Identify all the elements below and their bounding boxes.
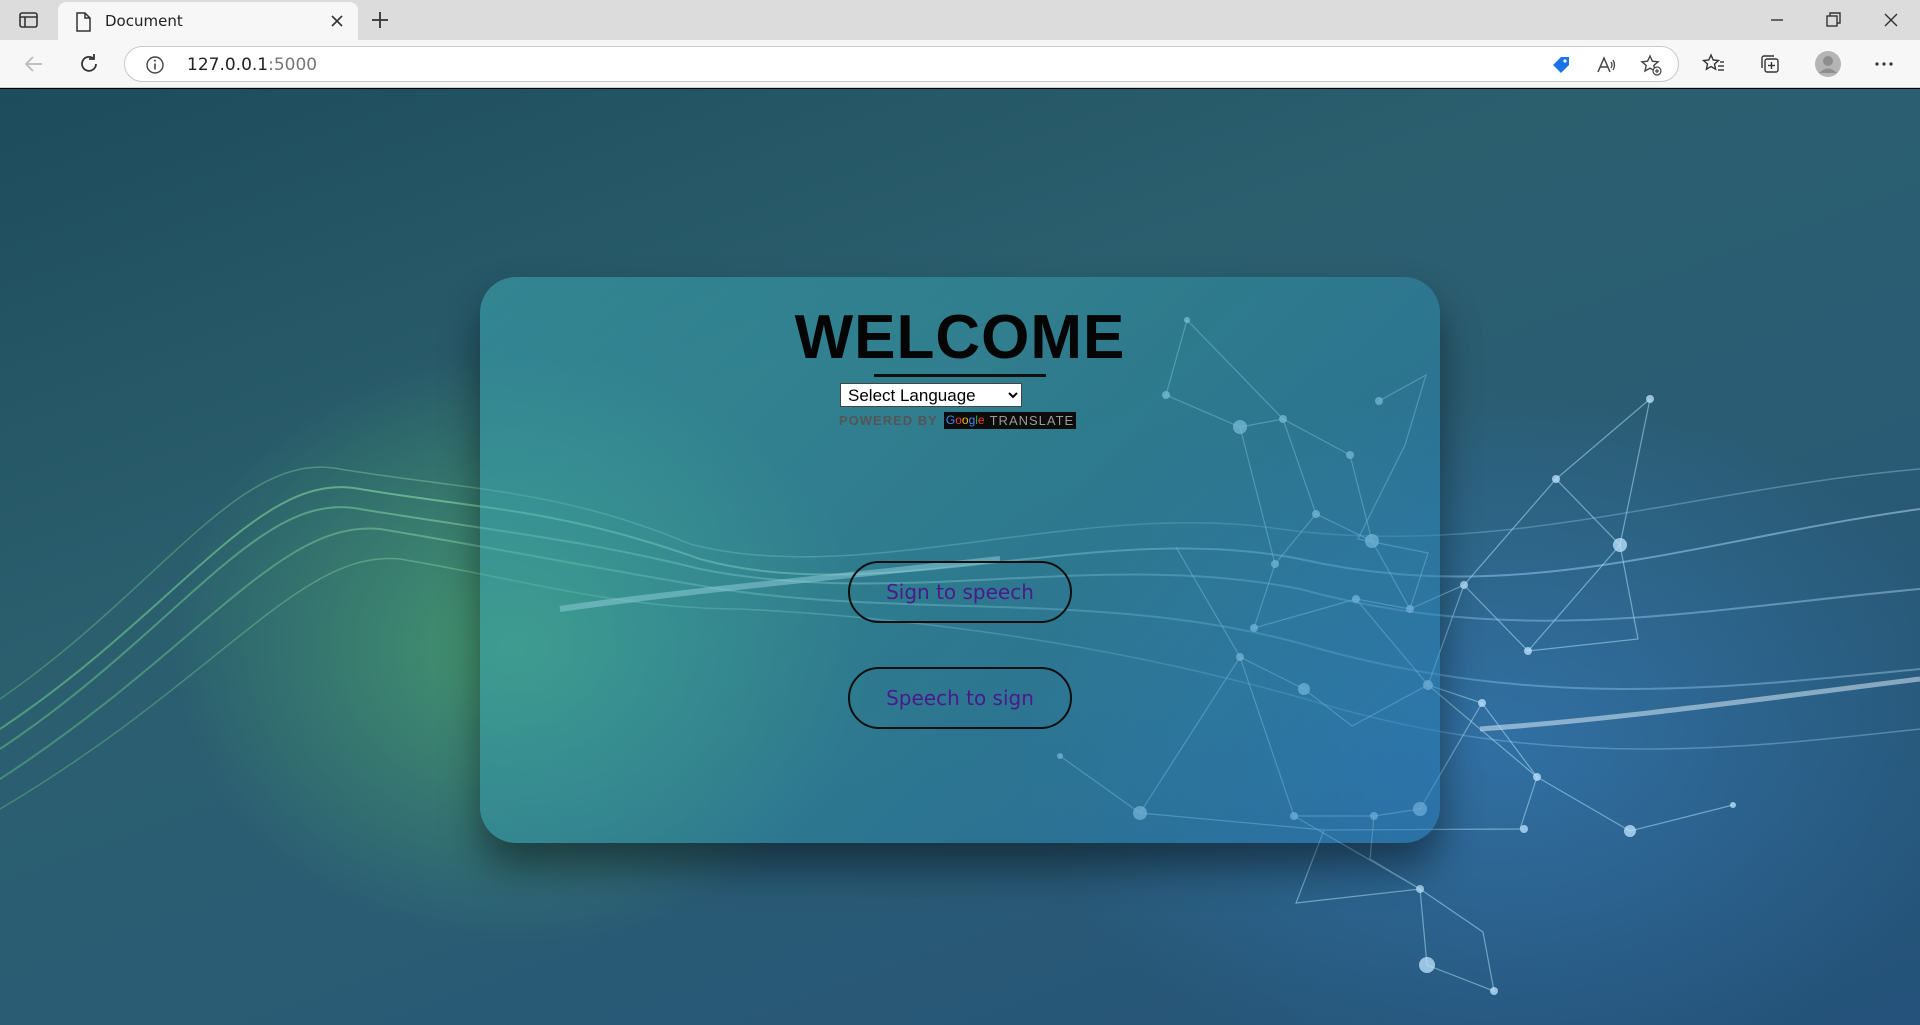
- browser-toolbar: 127.0.0.1:5000: [0, 40, 1920, 88]
- document-icon: [76, 12, 91, 32]
- more-options-icon[interactable]: [1872, 52, 1896, 76]
- sign-to-speech-button[interactable]: Sign to speech: [848, 561, 1072, 623]
- minimize-icon[interactable]: [1765, 8, 1789, 32]
- google-translate-link[interactable]: Google TRANSLATE: [943, 411, 1077, 429]
- close-window-icon[interactable]: [1879, 8, 1903, 32]
- back-icon[interactable]: [22, 52, 46, 76]
- collections-icon[interactable]: [1758, 52, 1782, 76]
- page-background: [0, 89, 1920, 1025]
- address-bar[interactable]: 127.0.0.1:5000: [124, 46, 1679, 82]
- read-aloud-icon[interactable]: [1595, 54, 1617, 76]
- language-select[interactable]: Select Language: [840, 383, 1022, 407]
- tab-title: Document: [105, 12, 183, 30]
- tab-bar: Document: [0, 0, 1920, 40]
- close-tab-icon[interactable]: [328, 12, 346, 30]
- restore-icon[interactable]: [1821, 8, 1845, 32]
- google-translate-attribution: POWERED BY Google TRANSLATE: [839, 411, 1077, 429]
- speech-to-sign-button[interactable]: Speech to sign: [848, 667, 1072, 729]
- profile-avatar-icon[interactable]: [1814, 50, 1842, 78]
- refresh-icon[interactable]: [77, 52, 101, 76]
- info-icon[interactable]: [145, 55, 165, 75]
- favorites-icon[interactable]: [1702, 52, 1726, 76]
- translate-label: TRANSLATE: [989, 412, 1075, 428]
- url-text[interactable]: 127.0.0.1:5000: [187, 55, 317, 75]
- title-underline: [874, 374, 1046, 377]
- browser-tab[interactable]: Document: [58, 2, 358, 40]
- powered-by-label: POWERED BY: [839, 412, 938, 428]
- shopping-tag-icon[interactable]: [1550, 54, 1572, 76]
- google-logo: Google: [945, 413, 985, 427]
- page-title: WELCOME: [794, 303, 1126, 372]
- new-tab-icon[interactable]: [368, 8, 392, 32]
- add-favorite-icon[interactable]: [1640, 54, 1662, 76]
- tab-actions-icon[interactable]: [18, 10, 40, 30]
